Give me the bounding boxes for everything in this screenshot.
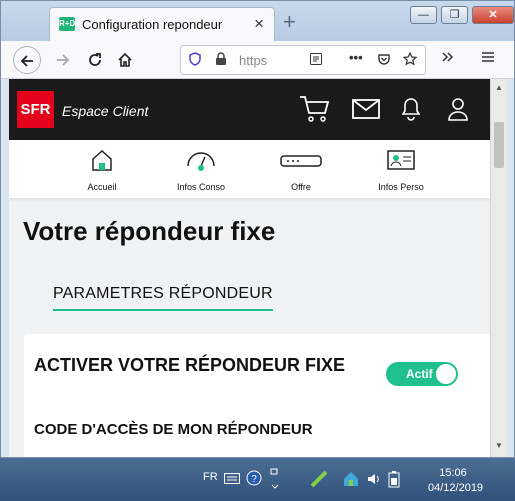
- page-viewport: SFR Espace Client Accueil Infos Conso Of…: [9, 79, 490, 457]
- minimize-button[interactable]: —: [410, 6, 437, 24]
- scroll-thumb[interactable]: [494, 122, 504, 168]
- more-actions-icon[interactable]: •••: [349, 50, 363, 65]
- menu-label-infos-perso: Infos Perso: [378, 182, 424, 192]
- volume-icon[interactable]: [366, 471, 382, 490]
- menu-item-offre[interactable]: Offre: [261, 148, 341, 192]
- menu-item-infos-perso[interactable]: Infos Perso: [361, 148, 441, 192]
- voicemail-active-toggle[interactable]: Actif: [386, 362, 458, 386]
- keyboard-icon[interactable]: [224, 473, 240, 487]
- modem-icon: [280, 155, 322, 167]
- forward-button[interactable]: [49, 46, 77, 74]
- site-header: SFR Espace Client: [9, 79, 490, 140]
- overflow-menu-icon[interactable]: [441, 50, 455, 69]
- close-tab-icon[interactable]: ×: [254, 14, 264, 34]
- menu-label-infos-conso: Infos Conso: [176, 182, 226, 192]
- windows-overlap-icon[interactable]: [270, 467, 280, 494]
- gauge-icon: [187, 152, 215, 171]
- home-icon: [118, 52, 132, 67]
- close-window-button[interactable]: ✕: [472, 6, 514, 24]
- nav-toolbar: https •••: [1, 41, 514, 79]
- sfr-logo[interactable]: SFR: [17, 91, 54, 128]
- menu-item-accueil[interactable]: Accueil: [62, 148, 142, 192]
- id-card-icon: [387, 150, 415, 170]
- help-icon[interactable]: ?: [246, 470, 262, 489]
- pocket-icon[interactable]: [377, 52, 391, 69]
- menu-item-infos-conso[interactable]: Infos Conso: [161, 148, 241, 192]
- mail-icon[interactable]: [352, 99, 380, 124]
- back-arrow-icon: [20, 55, 33, 67]
- activate-voicemail-title: ACTIVER VOTRE RÉPONDEUR FIXE: [34, 355, 346, 375]
- menu-label-offre: Offre: [291, 182, 311, 192]
- shield-icon[interactable]: [189, 52, 201, 69]
- hamburger-menu-icon[interactable]: [481, 50, 495, 69]
- clock-time: 15:06: [439, 467, 467, 479]
- battery-icon[interactable]: [388, 470, 400, 491]
- reload-icon: [89, 53, 101, 66]
- main-menu: Accueil Infos Conso Offre Infos Perso: [9, 140, 490, 198]
- system-clock[interactable]: 15:06 04/12/2019: [428, 466, 484, 496]
- taskbar: FR ? 15:06 04/12/2019: [0, 458, 515, 501]
- url-text: https: [239, 53, 268, 68]
- svg-text:?: ?: [251, 474, 257, 485]
- settings-card: ACTIVER VOTRE RÉPONDEUR FIXE Actif CODE …: [24, 334, 490, 457]
- page-scrollbar[interactable]: ▲ ▼: [490, 79, 507, 457]
- toggle-label: Actif: [406, 367, 433, 381]
- language-indicator[interactable]: FR: [203, 471, 218, 483]
- reload-button[interactable]: [81, 46, 109, 74]
- sfr-favicon-icon: R+D: [59, 17, 75, 31]
- tab-strip: R+D Configuration repondeur × + — ❐ ✕: [1, 1, 514, 41]
- new-tab-button[interactable]: +: [283, 9, 296, 35]
- user-account-icon[interactable]: [448, 97, 468, 126]
- scroll-up-icon[interactable]: ▲: [495, 83, 503, 92]
- tab-parametres-repondeur[interactable]: PARAMETRES RÉPONDEUR: [53, 285, 273, 311]
- network-app-icon[interactable]: [310, 470, 328, 491]
- address-bar[interactable]: https •••: [180, 45, 426, 75]
- espace-client-label: Espace Client: [62, 103, 149, 119]
- home-network-icon[interactable]: [342, 470, 360, 491]
- bell-icon[interactable]: [401, 97, 421, 126]
- restore-button[interactable]: ❐: [441, 6, 468, 24]
- back-button[interactable]: [13, 46, 41, 74]
- clock-date: 04/12/2019: [428, 482, 484, 494]
- cart-icon[interactable]: [299, 95, 331, 128]
- home-icon: [92, 149, 112, 171]
- toggle-knob: [436, 364, 456, 384]
- browser-tab[interactable]: R+D Configuration repondeur ×: [49, 7, 275, 41]
- page-title: Votre répondeur fixe: [23, 216, 276, 246]
- scroll-down-icon[interactable]: ▼: [495, 441, 503, 450]
- reader-view-icon[interactable]: [309, 52, 323, 69]
- forward-arrow-icon: [57, 54, 70, 66]
- bookmark-star-icon[interactable]: [402, 51, 418, 69]
- tab-title: Configuration repondeur: [82, 17, 223, 32]
- lock-icon[interactable]: [215, 52, 227, 69]
- home-button[interactable]: [111, 46, 139, 74]
- access-code-title: CODE D'ACCÈS DE MON RÉPONDEUR: [34, 421, 313, 438]
- menu-label-accueil: Accueil: [87, 182, 117, 192]
